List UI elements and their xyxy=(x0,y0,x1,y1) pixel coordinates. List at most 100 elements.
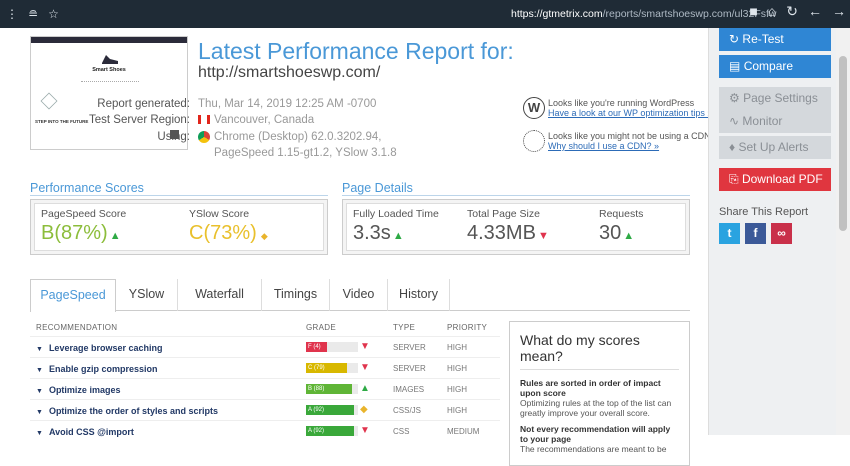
tab-video[interactable]: Video xyxy=(330,279,388,311)
globe-icon xyxy=(523,130,545,152)
tab-timings[interactable]: Timings xyxy=(262,279,330,311)
scrollbar-thumb[interactable] xyxy=(839,56,847,231)
requests-label: Requests xyxy=(599,208,644,220)
star-icon[interactable]: ☆ xyxy=(48,8,59,20)
type-label: IMAGES xyxy=(393,385,425,394)
shoe-logo-icon xyxy=(102,55,118,64)
reload-icon[interactable]: ↻ xyxy=(786,4,798,18)
explanation-text-2: The recommendations are meant to be xyxy=(520,444,667,454)
share-heading: Share This Report xyxy=(719,206,809,218)
menu-dots-icon[interactable]: ⋮ xyxy=(6,8,18,20)
yslow-grade: C xyxy=(189,222,204,244)
table-row[interactable]: ▼ Optimize the order of styles and script… xyxy=(30,399,500,420)
loaded-time-label: Fully Loaded Time xyxy=(353,208,439,220)
cdn-link[interactable]: Why should I use a CDN? » xyxy=(548,141,711,151)
browser-toolbar: ⋮ ≘ ☆ https://gtmetrix.com/reports/smart… xyxy=(0,0,850,28)
region-value: Vancouver, Canada xyxy=(214,114,315,126)
recommendation-name[interactable]: ▼ Leverage browser caching xyxy=(36,343,162,353)
page-settings-button[interactable]: ⚙ Page Settings xyxy=(719,87,831,110)
expand-icon: ▼ xyxy=(36,388,43,395)
type-label: CSS/JS xyxy=(393,406,422,415)
col-type: TYPE xyxy=(393,323,416,332)
refresh-icon: ↻ xyxy=(729,32,740,46)
expand-icon: ▼ xyxy=(36,430,43,437)
pagespeed-grade: B xyxy=(41,222,55,244)
region-label: Test Server Region: xyxy=(89,114,190,126)
page-details-panel: Fully Loaded Time 3.3s ▲ Total Page Size … xyxy=(342,199,690,255)
up-arrow-icon: ▲ xyxy=(109,230,121,242)
scrollbar[interactable] xyxy=(836,28,850,435)
expand-icon: ▼ xyxy=(36,346,43,353)
cdn-text: Looks like you might not be using a CDN xyxy=(548,131,711,141)
down-arrow-icon: ▼ xyxy=(360,341,370,352)
address-bar[interactable]: https://gtmetrix.com/reports/smartshoesw… xyxy=(511,8,777,20)
thumbnail-brand: Smart Shoes xyxy=(92,67,126,73)
using-label: Using: xyxy=(157,131,190,143)
wp-text: Looks like you're running WordPress xyxy=(548,98,695,108)
scores-explanation-box: What do my scores mean? Rules are sorted… xyxy=(509,321,690,466)
table-row[interactable]: ▼ Enable gzip compression C (79) ▼ SERVER HIG… xyxy=(30,357,500,378)
performance-scores-panel: PageSpeed Score B(87%) ▲ YSlow Score C(73… xyxy=(30,199,328,255)
table-row[interactable]: ▼ Leverage browser caching F (4) ▼ SERVER HIG… xyxy=(30,336,500,357)
grade-label: C (79) xyxy=(306,363,348,373)
down-arrow-icon: ▼ xyxy=(360,362,370,373)
grade-label: B (88) xyxy=(306,384,352,394)
priority-label: HIGH xyxy=(447,364,467,373)
diamond-icon: ◆ xyxy=(360,404,368,415)
up-arrow-icon: ▲ xyxy=(360,383,370,394)
back-icon[interactable]: ← xyxy=(808,4,822,18)
wp-optimization-link[interactable]: Have a look at our WP optimization tips … xyxy=(548,108,712,118)
recommendation-name[interactable]: ▼ Enable gzip compression xyxy=(36,364,157,374)
up-arrow-icon: ▲ xyxy=(623,230,635,242)
recommendation-name[interactable]: ▼ Optimize images xyxy=(36,385,120,395)
grade-bar: F (4) xyxy=(306,342,358,352)
wordpress-icon: W xyxy=(523,97,545,119)
diamond-icon: ◆ xyxy=(260,231,268,241)
tab-pagespeed[interactable]: PageSpeed xyxy=(30,279,116,312)
recommendation-name[interactable]: ▼ Avoid CSS @import xyxy=(36,427,134,437)
compare-button[interactable]: ▤ Compare xyxy=(719,55,831,78)
page-title: Latest Performance Report for: xyxy=(198,38,514,64)
col-grade: GRADE xyxy=(306,323,336,332)
url-host: https://gtmetrix.com xyxy=(511,8,603,20)
report-sidebar: ↻ Re-Test ▤ Compare ⚙ Page Settings ∿ Mo… xyxy=(708,28,836,435)
expand-icon: ▼ xyxy=(36,409,43,416)
priority-label: HIGH xyxy=(447,406,467,415)
tab-waterfall[interactable]: Waterfall xyxy=(178,279,262,311)
monitor-button[interactable]: ∿ Monitor xyxy=(719,110,831,133)
page-details-heading: Page Details xyxy=(342,181,413,195)
page-size-label: Total Page Size xyxy=(467,208,540,220)
pulse-icon: ∿ xyxy=(729,114,740,128)
home-icon[interactable]: ⌂ xyxy=(768,4,776,18)
lock-icon: ■ xyxy=(749,3,758,19)
table-row[interactable]: ▼ Avoid CSS @import A (92) ▼ CSS MEDIUM xyxy=(30,420,500,441)
forward-icon[interactable]: → xyxy=(832,4,846,18)
pagespeed-label: PageSpeed Score xyxy=(41,208,127,220)
tab-history[interactable]: History xyxy=(388,279,450,311)
expand-icon: ▼ xyxy=(36,367,43,374)
loaded-time-value: 3.3s xyxy=(353,222,391,244)
down-arrow-icon: ▼ xyxy=(360,425,370,436)
grade-label: A (92) xyxy=(306,405,354,415)
using-value-1: Chrome (Desktop) 62.0.3202.94, xyxy=(214,131,382,143)
page-size-value: 4.33MB xyxy=(467,222,536,244)
link-icon[interactable]: ∞ xyxy=(771,223,792,244)
recommendation-name[interactable]: ▼ Optimize the order of styles and script… xyxy=(36,406,218,416)
retest-button[interactable]: ↻ Re-Test xyxy=(719,28,831,51)
scores-explanation-title: What do my scores mean? xyxy=(520,332,679,370)
pagespeed-value: (87%) xyxy=(54,222,108,244)
compare-icon: ▤ xyxy=(729,59,741,73)
pdf-icon: ⎘ xyxy=(729,172,739,186)
down-arrow-icon: ▼ xyxy=(537,230,549,242)
download-pdf-button[interactable]: ⎘ Download PDF xyxy=(719,168,831,191)
yslow-label: YSlow Score xyxy=(189,208,250,220)
twitter-icon[interactable]: t xyxy=(719,223,740,244)
col-priority: PRIORITY xyxy=(447,323,488,332)
report-tabs: PageSpeed YSlow Waterfall Timings Video … xyxy=(30,279,690,312)
gear-icon: ⚙ xyxy=(729,91,740,105)
table-row[interactable]: ▼ Optimize images B (88) ▲ IMAGES HIGH xyxy=(30,378,500,399)
tab-yslow[interactable]: YSlow xyxy=(116,279,178,311)
alerts-button[interactable]: ♦ Set Up Alerts xyxy=(719,136,831,159)
facebook-icon[interactable]: f xyxy=(745,223,766,244)
yslow-value: (73%) xyxy=(203,222,257,244)
